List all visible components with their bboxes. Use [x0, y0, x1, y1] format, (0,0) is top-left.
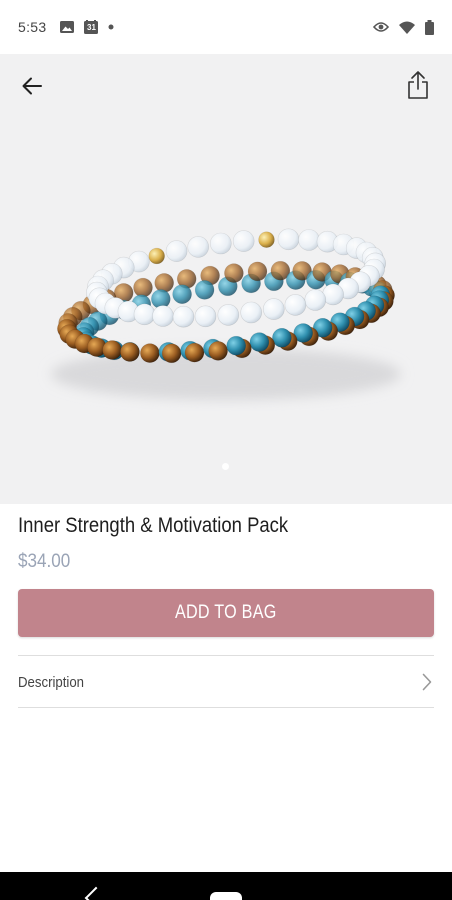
- bead: [284, 294, 307, 316]
- bead: [208, 341, 228, 361]
- bead: [240, 301, 262, 324]
- status-bar: 5:53 31: [0, 0, 452, 54]
- status-notifications: 31: [60, 20, 114, 34]
- bead: [165, 240, 188, 262]
- share-icon: [407, 70, 429, 100]
- arrow-left-icon: [22, 77, 42, 95]
- bead: [102, 340, 122, 360]
- gold-bead: [148, 247, 165, 265]
- bead: [140, 343, 160, 363]
- bead: [232, 230, 255, 252]
- bead: [304, 289, 327, 311]
- bead: [187, 236, 209, 258]
- add-to-bag-button[interactable]: ADD TO BAG: [18, 589, 434, 637]
- carousel-page-indicator: [222, 463, 229, 470]
- product-title: Inner Strength & Motivation Pack: [18, 514, 289, 537]
- back-button[interactable]: [14, 68, 50, 104]
- bead: [262, 298, 285, 320]
- bead: [217, 304, 240, 326]
- divider: [18, 707, 434, 708]
- bead: [249, 332, 270, 352]
- status-time: 5:53: [18, 19, 47, 35]
- wifi-icon: [399, 21, 415, 34]
- bead: [133, 277, 153, 298]
- product-image-carousel[interactable]: [0, 54, 452, 504]
- bead: [184, 342, 205, 363]
- bead: [133, 303, 156, 326]
- bead: [152, 305, 174, 327]
- bead: [226, 335, 246, 356]
- bead: [194, 280, 215, 300]
- image-icon: [60, 21, 75, 33]
- bead: [172, 284, 192, 304]
- bead: [210, 232, 232, 255]
- bead: [224, 263, 244, 283]
- bead: [120, 342, 140, 362]
- divider: [18, 655, 434, 656]
- bead: [172, 305, 195, 328]
- bead: [161, 343, 182, 364]
- description-label: Description: [18, 673, 85, 691]
- bracelets-image: [0, 54, 452, 504]
- gold-bead: [258, 231, 275, 248]
- system-navigation-bar: [0, 872, 452, 900]
- bead: [154, 273, 174, 293]
- calendar-icon: 31: [84, 20, 99, 34]
- dot-icon: [108, 24, 114, 30]
- nav-home-button[interactable]: [210, 892, 242, 900]
- bead: [194, 305, 217, 328]
- share-button[interactable]: [400, 66, 436, 104]
- product-price: $34.00: [18, 551, 71, 572]
- bead: [277, 228, 300, 251]
- eye-icon: [373, 21, 389, 33]
- bead: [272, 327, 292, 348]
- bead: [298, 229, 320, 251]
- description-row[interactable]: Description: [18, 657, 434, 707]
- battery-icon: [425, 19, 434, 35]
- nav-back-button[interactable]: [84, 886, 108, 900]
- status-system-icons: [373, 19, 434, 35]
- add-to-bag-label: ADD TO BAG: [175, 602, 277, 623]
- bead: [247, 261, 268, 282]
- calendar-day: 31: [87, 23, 96, 32]
- chevron-right-icon: [422, 673, 432, 691]
